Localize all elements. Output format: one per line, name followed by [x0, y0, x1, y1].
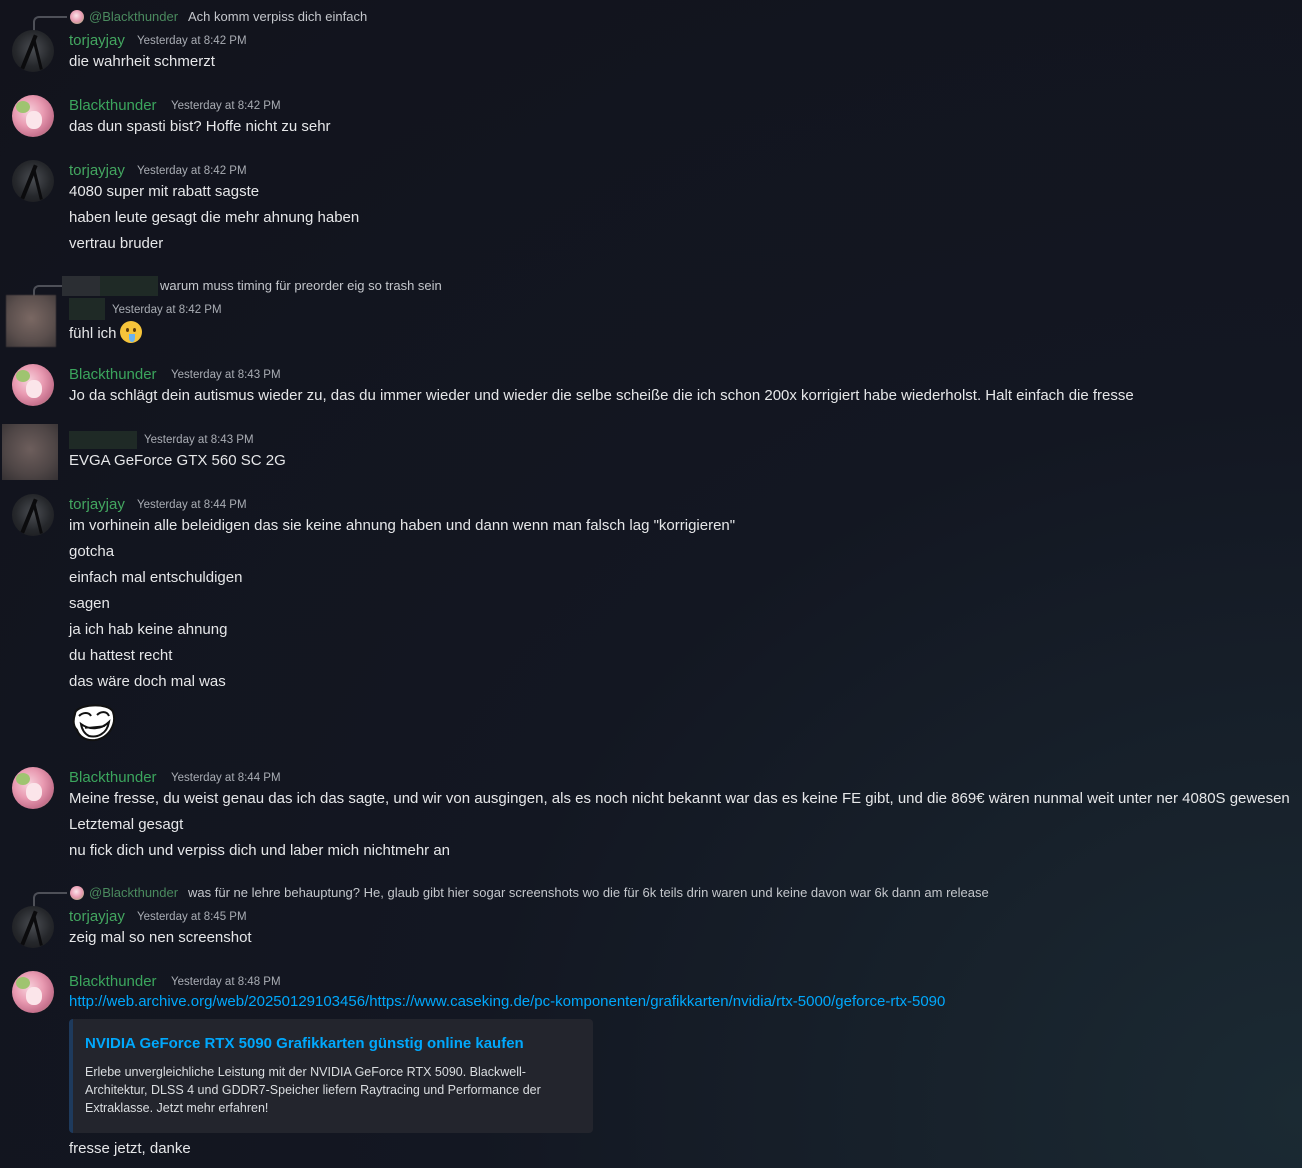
reply-preview-text[interactable]: warum muss timing für preorder eig so tr… [160, 278, 442, 293]
reply-avatar[interactable] [70, 886, 84, 900]
username[interactable]: Blackthunder [69, 366, 157, 383]
drooling-face-emoji[interactable] [119, 321, 142, 343]
message-text: die wahrheit schmerzt [69, 53, 215, 70]
username[interactable]: Blackthunder [69, 769, 157, 786]
avatar[interactable] [12, 95, 54, 137]
avatar[interactable] [12, 30, 54, 72]
redacted-username [69, 431, 137, 449]
reply-connector [33, 892, 67, 908]
avatar[interactable] [12, 767, 54, 809]
redacted-reply-name [100, 276, 158, 296]
message-text: im vorhinein alle beleidigen das sie kei… [69, 517, 736, 534]
embed-title-link[interactable]: NVIDIA GeForce RTX 5090 Grafikkarten gün… [85, 1035, 524, 1052]
username[interactable]: torjayjay [69, 908, 125, 925]
message-text: fühl ich [69, 321, 142, 344]
message-text: 4080 super mit rabatt sagste [69, 183, 260, 200]
username[interactable]: Blackthunder [69, 97, 157, 114]
reply-avatar[interactable] [70, 10, 84, 24]
timestamp: Yesterday at 8:44 PM [171, 772, 281, 784]
reply-mention[interactable]: @Blackthunder [89, 9, 178, 24]
message-text: Meine fresse, du weist genau das ich das… [69, 790, 1290, 807]
redacted-avatar[interactable] [6, 295, 56, 347]
avatar[interactable] [12, 906, 54, 948]
timestamp: Yesterday at 8:43 PM [171, 369, 281, 381]
avatar[interactable] [12, 364, 54, 406]
message-text: fresse jetzt, danke [69, 1140, 191, 1157]
message-text: ja ich hab keine ahnung [69, 621, 228, 638]
redacted-avatar[interactable] [2, 424, 58, 480]
timestamp: Yesterday at 8:42 PM [137, 35, 247, 47]
timestamp: Yesterday at 8:42 PM [137, 165, 247, 177]
message-text: haben leute gesagt die mehr ahnung haben [69, 209, 360, 226]
redacted-username [69, 298, 105, 320]
chat-message-list: @Blackthunder Ach komm verpiss dich einf… [0, 0, 1302, 1168]
timestamp: Yesterday at 8:48 PM [171, 976, 281, 988]
embed-description: Erlebe unvergleichliche Leistung mit der… [85, 1065, 541, 1115]
message-text-content: fühl ich [69, 325, 117, 342]
message-text: Jo da schlägt dein autismus wieder zu, d… [69, 387, 1134, 404]
username[interactable]: torjayjay [69, 162, 125, 179]
username[interactable]: torjayjay [69, 496, 125, 513]
avatar[interactable] [12, 971, 54, 1013]
message-text: nu fick dich und verpiss dich und laber … [69, 842, 451, 859]
reply-preview-text[interactable]: Ach komm verpiss dich einfach [188, 9, 367, 24]
timestamp: Yesterday at 8:42 PM [171, 100, 281, 112]
reply-connector [33, 16, 67, 32]
message-text: zeig mal so nen screenshot [69, 929, 252, 946]
timestamp: Yesterday at 8:44 PM [137, 499, 247, 511]
reply-preview-text[interactable]: was für ne lehre behauptung? He, glaub g… [188, 885, 989, 900]
username[interactable]: Blackthunder [69, 973, 157, 990]
link-embed: NVIDIA GeForce RTX 5090 Grafikkarten gün… [69, 1019, 593, 1133]
message-text: EVGA GeForce GTX 560 SC 2G [69, 452, 286, 469]
message-text: sagen [69, 595, 110, 612]
message-text: gotcha [69, 543, 115, 560]
avatar[interactable] [12, 494, 54, 536]
message-text: einfach mal entschuldigen [69, 569, 243, 586]
troll-face-emoji[interactable] [69, 700, 117, 742]
avatar[interactable] [12, 160, 54, 202]
reply-mention[interactable]: @Blackthunder [89, 885, 178, 900]
message-text: das dun spasti bist? Hoffe nicht zu sehr [69, 118, 331, 135]
message-text: vertrau bruder [69, 235, 164, 252]
timestamp: Yesterday at 8:42 PM [112, 304, 222, 316]
message-text: du hattest recht [69, 647, 173, 664]
timestamp: Yesterday at 8:45 PM [137, 911, 247, 923]
message-text: Letztemal gesagt [69, 816, 184, 833]
message-link[interactable]: http://web.archive.org/web/2025012910345… [69, 993, 945, 1010]
timestamp: Yesterday at 8:43 PM [144, 434, 254, 446]
redacted-reply-avatar [62, 276, 100, 296]
message-text: das wäre doch mal was [69, 673, 226, 690]
username[interactable]: torjayjay [69, 32, 125, 49]
